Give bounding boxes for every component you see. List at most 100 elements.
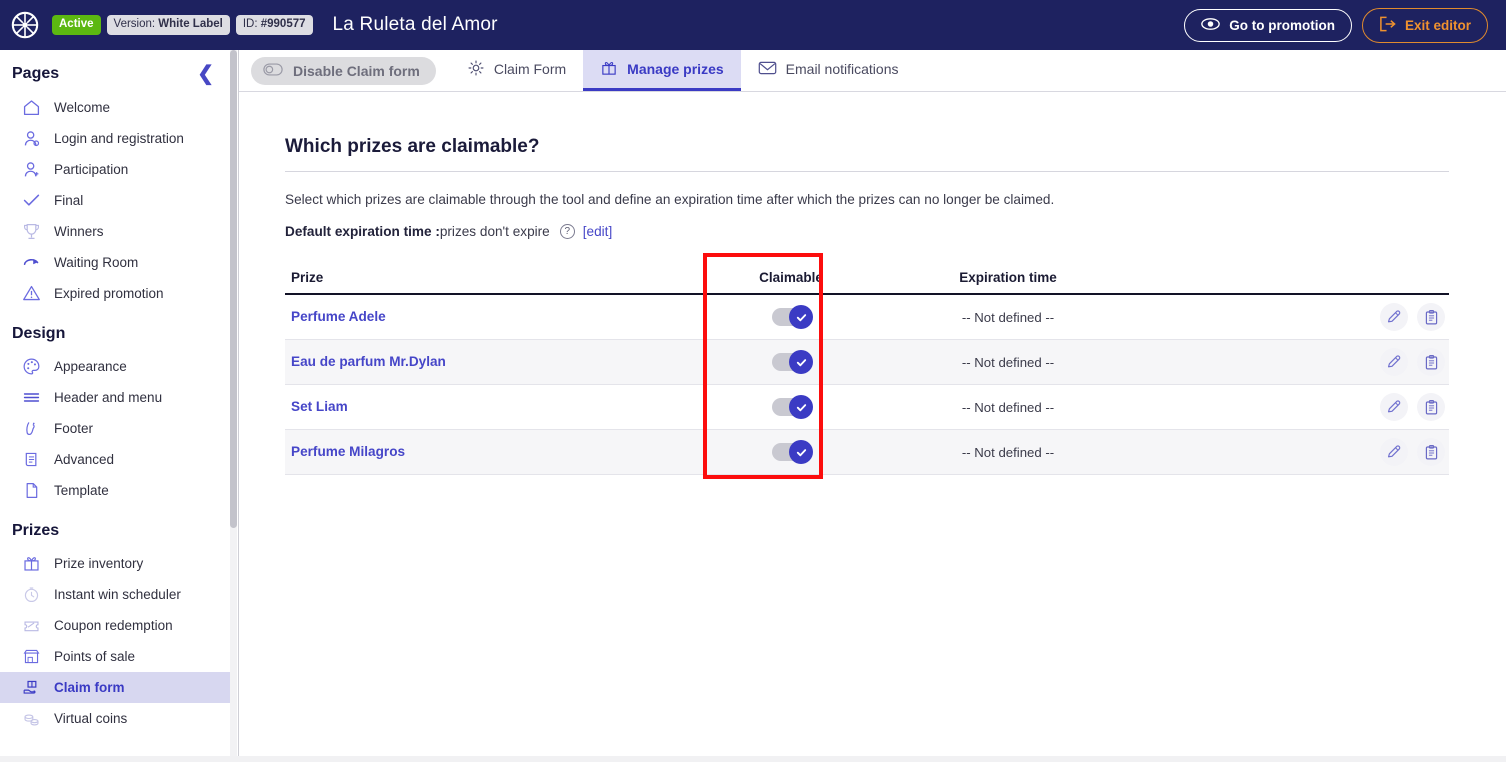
gear-icon: [467, 59, 485, 80]
table-header-row: Prize Claimable Expiration time: [285, 262, 1449, 295]
sidebar-label: Claim form: [54, 680, 125, 695]
coupon-icon: [20, 615, 42, 637]
hand-gift-icon: [20, 677, 42, 699]
sidebar-label: Advanced: [54, 452, 114, 467]
trophy-icon: [20, 221, 42, 243]
disable-claim-form-label: Disable Claim form: [293, 63, 420, 79]
toggle-off-icon: [263, 63, 283, 79]
footer-icon: [20, 418, 42, 440]
exit-arrow-icon: [1379, 16, 1396, 35]
column-header-claimable: Claimable: [719, 270, 863, 285]
default-expiration-label: Default expiration time :: [285, 224, 440, 239]
sidebar-item-points-of-sale[interactable]: Points of sale: [0, 641, 232, 672]
table-row: Perfume Milagros -- Not defined --: [285, 430, 1449, 475]
clock-arrow-icon: [20, 252, 42, 274]
expiration-value: -- Not defined --: [962, 400, 1054, 415]
prize-name-link[interactable]: Set Liam: [291, 399, 348, 414]
prize-name-link[interactable]: Perfume Milagros: [291, 444, 405, 459]
sidebar-item-expired-promotion[interactable]: Expired promotion: [0, 278, 232, 309]
claimable-toggle[interactable]: [772, 353, 810, 371]
claimable-toggle[interactable]: [772, 398, 810, 416]
sidebar-item-participation[interactable]: Participation: [0, 154, 232, 185]
id-label: ID:: [243, 18, 258, 30]
pencil-edit-icon[interactable]: [1380, 348, 1408, 376]
eye-icon: [1201, 17, 1220, 34]
clipboard-list-icon[interactable]: [1417, 393, 1445, 421]
gift-icon: [20, 553, 42, 575]
edit-expiration-link[interactable]: [edit]: [583, 224, 612, 239]
wheel-logo-icon: [8, 8, 42, 42]
id-value: #990577: [261, 18, 306, 30]
sidebar-label: Final: [54, 193, 83, 208]
sidebar-label: Login and registration: [54, 131, 184, 146]
sidebar-label: Virtual coins: [54, 711, 127, 726]
sidebar-label: Instant win scheduler: [54, 587, 181, 602]
sidebar-item-coupon-redemption[interactable]: Coupon redemption: [0, 610, 232, 641]
sidebar-item-claim-form[interactable]: Claim form: [0, 672, 232, 703]
claimable-toggle[interactable]: [772, 443, 810, 461]
disable-claim-form-button[interactable]: Disable Claim form: [251, 57, 436, 85]
exit-editor-button[interactable]: Exit editor: [1362, 8, 1488, 43]
tab-label: Claim Form: [494, 61, 566, 77]
coins-icon: [20, 708, 42, 730]
top-bar-actions: Go to promotion Exit editor: [1184, 8, 1488, 43]
sidebar-item-virtual-coins[interactable]: Virtual coins: [0, 703, 232, 734]
go-to-promotion-button[interactable]: Go to promotion: [1184, 9, 1352, 42]
tab-bar: Disable Claim form Claim Form Manage pri…: [239, 50, 1506, 92]
sidebar-label: Header and menu: [54, 390, 162, 405]
sidebar-item-final[interactable]: Final: [0, 185, 232, 216]
sidebar-item-instant-win-scheduler[interactable]: Instant win scheduler: [0, 579, 232, 610]
sidebar-label: Template: [54, 483, 109, 498]
page-title: Which prizes are claimable?: [285, 136, 1449, 158]
sidebar-item-login-and-registration[interactable]: Login and registration: [0, 123, 232, 154]
sidebar-item-advanced[interactable]: Advanced: [0, 444, 232, 475]
sidebar-item-welcome[interactable]: Welcome: [0, 92, 232, 123]
claimable-toggle[interactable]: [772, 308, 810, 326]
sidebar-label: Winners: [54, 224, 104, 239]
scroll-icon: [20, 449, 42, 471]
prize-name-link[interactable]: Eau de parfum Mr.Dylan: [291, 354, 446, 369]
default-expiration-row: Default expiration time : prizes don't e…: [285, 224, 1449, 239]
expiration-value: -- Not defined --: [962, 310, 1054, 325]
sidebar-label: Participation: [54, 162, 128, 177]
sidebar-item-footer[interactable]: Footer: [0, 413, 232, 444]
question-mark-icon[interactable]: ?: [560, 224, 575, 239]
clipboard-list-icon[interactable]: [1417, 438, 1445, 466]
sidebar-item-template[interactable]: Template: [0, 475, 232, 506]
envelope-icon: [758, 60, 777, 79]
go-to-promotion-label: Go to promotion: [1229, 18, 1335, 33]
column-header-expiration-time: Expiration time: [863, 270, 1153, 285]
bottom-strip: [0, 756, 1506, 762]
pencil-edit-icon[interactable]: [1380, 438, 1408, 466]
sidebar-item-header-and-menu[interactable]: Header and menu: [0, 382, 232, 413]
chevron-left-icon[interactable]: ❮: [197, 64, 220, 84]
sidebar-section-title-pages: Pages: [12, 65, 197, 83]
tab-claim-form[interactable]: Claim Form: [450, 50, 583, 91]
prize-name-link[interactable]: Perfume Adele: [291, 309, 386, 324]
sidebar-label: Coupon redemption: [54, 618, 173, 633]
toggle-knob-check-icon: [789, 440, 813, 464]
sidebar-item-appearance[interactable]: Appearance: [0, 351, 232, 382]
home-icon: [20, 97, 42, 119]
pencil-edit-icon[interactable]: [1380, 393, 1408, 421]
sidebar-item-prize-inventory[interactable]: Prize inventory: [0, 548, 232, 579]
clipboard-list-icon[interactable]: [1417, 303, 1445, 331]
tab-label: Email notifications: [786, 61, 899, 77]
intro-text: Select which prizes are claimable throug…: [285, 192, 1449, 207]
version-badge: Version: White Label: [107, 15, 230, 35]
gift-icon: [600, 59, 618, 80]
menu-lines-icon: [20, 387, 42, 409]
tab-email-notifications[interactable]: Email notifications: [741, 50, 916, 91]
sidebar-label: Footer: [54, 421, 93, 436]
version-label: Version:: [114, 18, 156, 30]
check-icon: [20, 190, 42, 212]
user-gear-icon: [20, 128, 42, 150]
pencil-edit-icon[interactable]: [1380, 303, 1408, 331]
clipboard-list-icon[interactable]: [1417, 348, 1445, 376]
sidebar-scrollbar-thumb[interactable]: [230, 50, 237, 528]
sidebar-scrollbar[interactable]: [230, 50, 237, 762]
tab-manage-prizes[interactable]: Manage prizes: [583, 50, 740, 91]
sidebar-item-waiting-room[interactable]: Waiting Room: [0, 247, 232, 278]
sidebar-item-winners[interactable]: Winners: [0, 216, 232, 247]
sidebar-label: Welcome: [54, 100, 110, 115]
